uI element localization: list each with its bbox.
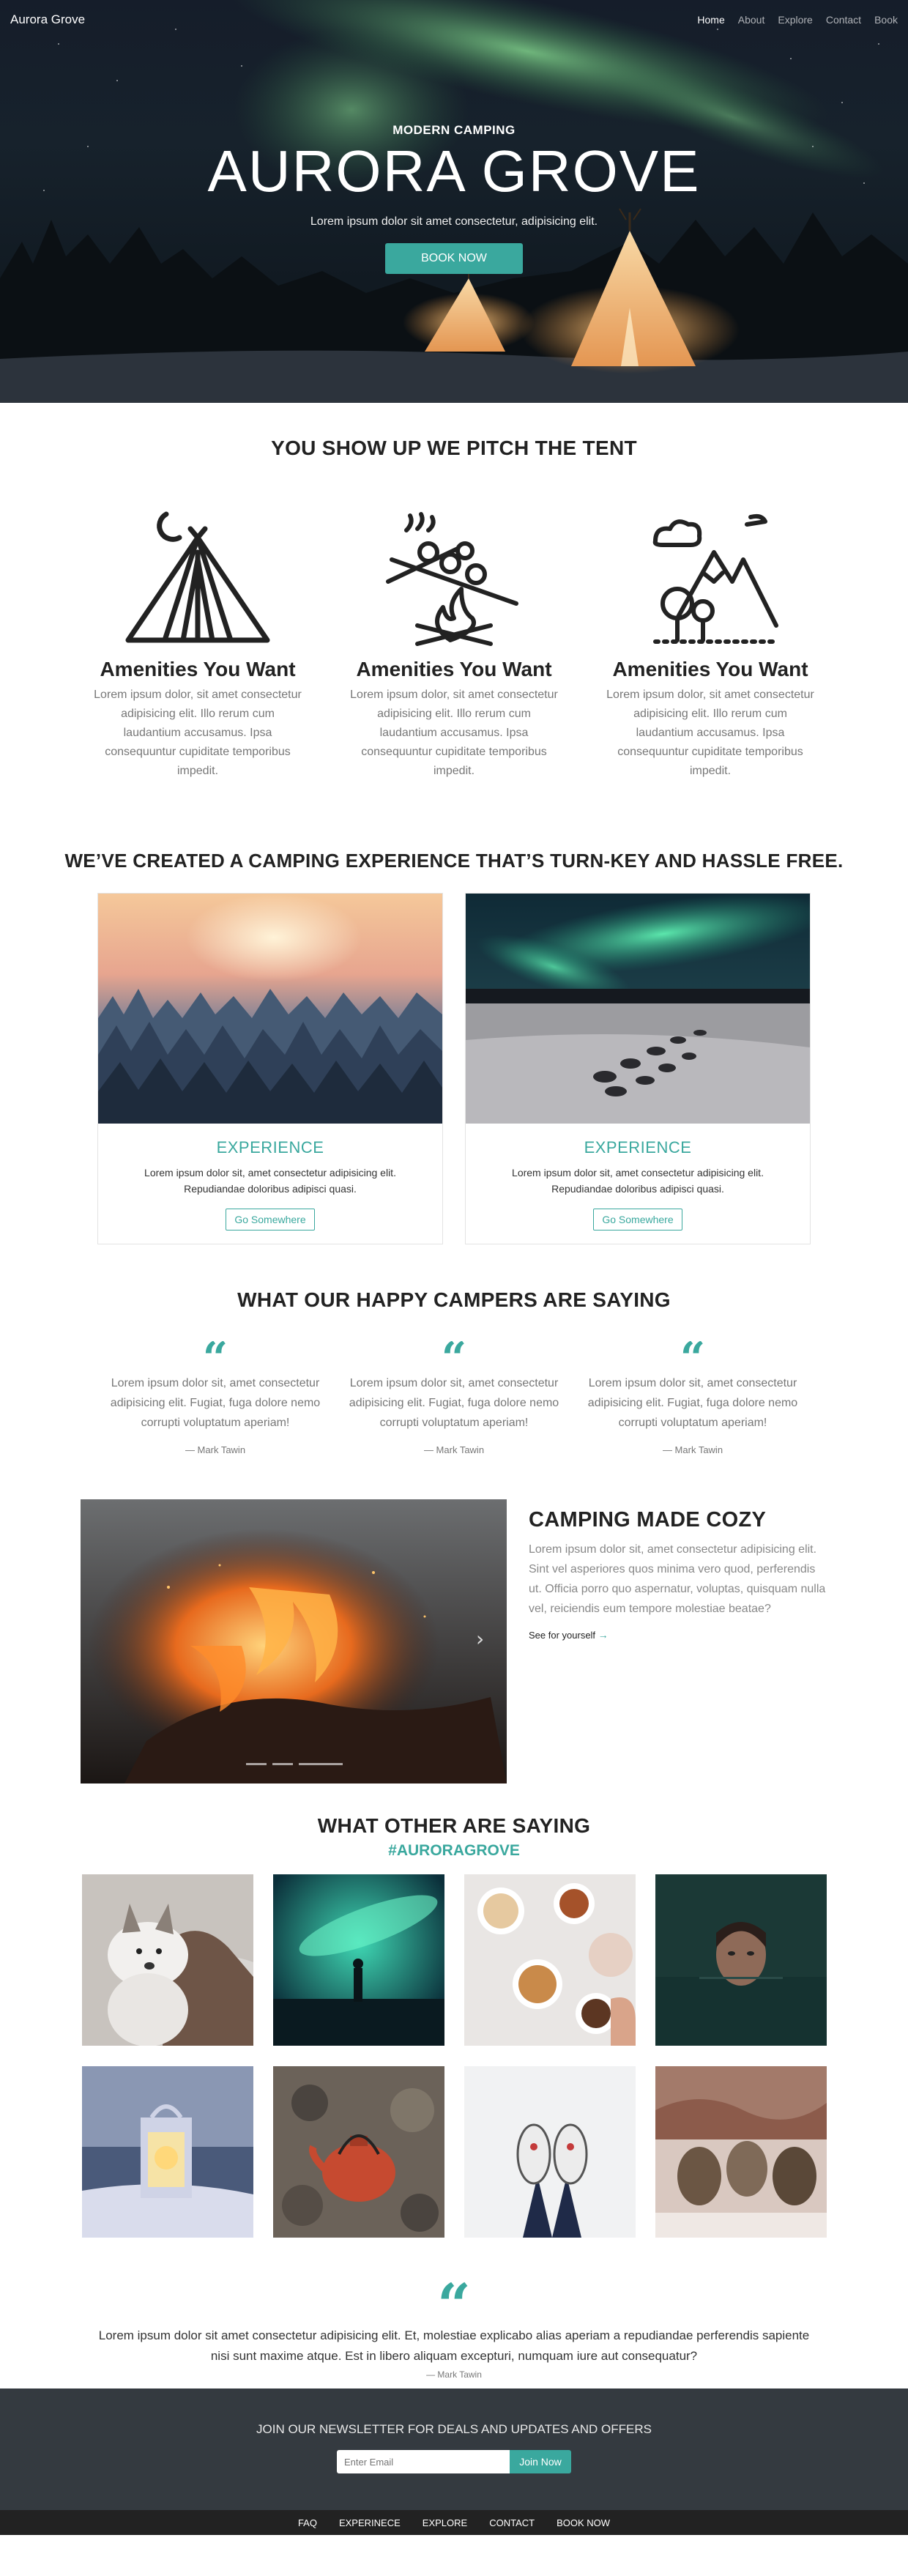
newsletter-form: Join Now [0, 2450, 908, 2473]
footer-book-now-link[interactable]: BOOK NOW [557, 2517, 610, 2528]
dog-sled-aurora-image [466, 894, 810, 1124]
gallery-photo-boots-snow[interactable] [464, 2066, 636, 2238]
join-now-button[interactable]: Join Now [510, 2450, 571, 2473]
experience-card: EXPERIENCE Lorem ipsum dolor sit, amet c… [465, 893, 811, 1244]
amenity-heading: Amenities You Want [100, 658, 296, 680]
amenity-card: Amenities You Want Lorem ipsum dolor, si… [605, 508, 816, 781]
amenity-card: Amenities You Want Lorem ipsum dolor, si… [92, 508, 303, 781]
brand-logo[interactable]: Aurora Grove [10, 12, 85, 27]
quote-icon: “ [587, 1341, 798, 1366]
snowy-forest-image [98, 894, 442, 1124]
nav-contact-link[interactable]: Contact [826, 14, 861, 26]
testimonial: “ Lorem ipsum dolor sit, amet consectetu… [110, 1341, 321, 1455]
featured-quote-text: Lorem ipsum dolor sit amet consectetur a… [98, 2328, 810, 2363]
newsletter-heading: JOIN OUR NEWSLETTER FOR DEALS AND UPDATE… [256, 2422, 652, 2436]
navbar: Aurora Grove Home About Explore Contact … [0, 0, 908, 40]
cozy-section: › CAMPING MADE COZY Lorem ipsum dolor si… [0, 1499, 908, 1783]
amenity-card: Amenities You Want Lorem ipsum dolor, si… [349, 508, 559, 781]
testimonial-author: — Mark Tawin [423, 1444, 485, 1455]
amenity-heading: Amenities You Want [612, 658, 808, 680]
amenity-text: Lorem ipsum dolor, sit amet consectetur … [606, 688, 814, 777]
amenities-section: YOU SHOW UP WE PITCH THE TENT Amenities … [0, 403, 908, 781]
hero-section: Aurora Grove Home About Explore Contact … [0, 0, 908, 403]
hero-eyebrow: MODERN CAMPING [392, 123, 516, 137]
see-for-yourself-link[interactable]: See for yourself → [529, 1629, 609, 1641]
cozy-heading: CAMPING MADE COZY [529, 1508, 767, 1532]
gallery-photo-sled-dogs[interactable] [655, 2066, 827, 2238]
amenity-text: Lorem ipsum dolor, sit amet consectetur … [94, 688, 302, 777]
card-text: Lorem ipsum dolor sit, amet consectetur … [512, 1167, 764, 1195]
arrow-right-icon: → [598, 1629, 609, 1641]
gallery-photo-woman-water[interactable] [655, 1874, 827, 2046]
featured-quote-section: “ Lorem ipsum dolor sit amet consectetur… [0, 2238, 908, 2380]
testimonial-text: Lorem ipsum dolor sit, amet consectetur … [587, 1377, 798, 1429]
card-heading: EXPERIENCE [216, 1138, 324, 1157]
footer-experience-link[interactable]: EXPERINECE [339, 2517, 401, 2528]
photo-grid [0, 1874, 908, 2238]
mountain-tree-icon [605, 508, 816, 647]
amenities-title: YOU SHOW UP WE PITCH THE TENT [271, 437, 637, 459]
gallery-photo-husky-puppy[interactable] [81, 1874, 253, 2046]
book-now-button[interactable]: BOOK NOW [385, 243, 523, 274]
hero-title: AURORA GROVE [207, 138, 701, 204]
hero-subtitle: Lorem ipsum dolor sit amet consectetur, … [310, 215, 598, 228]
card-text: Lorem ipsum dolor sit, amet consectetur … [144, 1167, 396, 1195]
testimonial: “ Lorem ipsum dolor sit, amet consectetu… [349, 1341, 559, 1455]
quote-icon: “ [0, 2282, 908, 2315]
testimonials-section: WHAT OUR HAPPY CAMPERS ARE SAYING “ Lore… [0, 1244, 908, 1455]
carousel-next-icon[interactable]: › [476, 1627, 484, 1651]
experience-section: WE’VE CREATED A CAMPING EXPERIENCE THAT’… [0, 781, 908, 1244]
gallery-section: WHAT OTHER ARE SAYING #AURORAGROVE [0, 1783, 908, 2238]
footer-faq-link[interactable]: FAQ [298, 2517, 317, 2528]
nav-book-link[interactable]: Book [874, 14, 898, 26]
testimonial-author: — Mark Tawin [662, 1444, 723, 1455]
go-somewhere-button[interactable]: Go Somewhere [226, 1209, 315, 1231]
testimonials-title: WHAT OUR HAPPY CAMPERS ARE SAYING [237, 1288, 671, 1311]
hero-content: MODERN CAMPING AURORA GROVE Lorem ipsum … [0, 123, 908, 274]
testimonial-text: Lorem ipsum dolor sit, amet consectetur … [349, 1377, 559, 1429]
gallery-photo-breakfast-table[interactable] [464, 1874, 636, 2046]
experience-card: EXPERIENCE Lorem ipsum dolor sit, amet c… [97, 893, 443, 1244]
testimonial-author: — Mark Tawin [185, 1444, 246, 1455]
footer-contact-link[interactable]: CONTACT [489, 2517, 535, 2528]
cozy-content: CAMPING MADE COZY Lorem ipsum dolor sit,… [529, 1499, 829, 1783]
cozy-text: Lorem ipsum dolor sit, amet consectetur … [529, 1543, 826, 1615]
gallery-title: WHAT OTHER ARE SAYING [317, 1814, 591, 1837]
gallery-photo-kettle-fire[interactable] [272, 2066, 444, 2238]
nav-about-link[interactable]: About [738, 14, 765, 26]
nav-links: Home About Explore Contact Book [697, 14, 898, 26]
amenity-text: Lorem ipsum dolor, sit amet consectetur … [350, 688, 558, 777]
email-input[interactable] [337, 2450, 510, 2473]
testimonial-text: Lorem ipsum dolor sit, amet consectetur … [110, 1377, 321, 1429]
newsletter-section: JOIN OUR NEWSLETTER FOR DEALS AND UPDATE… [0, 2388, 908, 2510]
nav-explore-link[interactable]: Explore [778, 14, 812, 26]
footer: FAQ EXPERINECE EXPLORE CONTACT BOOK NOW [0, 2510, 908, 2535]
gallery-photo-aurora-person[interactable] [272, 1874, 444, 2046]
quote-icon: “ [110, 1341, 321, 1366]
testimonial: “ Lorem ipsum dolor sit, amet consectetu… [587, 1341, 798, 1455]
featured-quote-author: — Mark Tawin [426, 2369, 482, 2380]
card-heading: EXPERIENCE [584, 1138, 692, 1157]
go-somewhere-button[interactable]: Go Somewhere [593, 1209, 682, 1231]
footer-explore-link[interactable]: EXPLORE [423, 2517, 467, 2528]
nav-home-link[interactable]: Home [697, 14, 724, 26]
amenity-heading: Amenities You Want [356, 658, 552, 680]
see-for-yourself-label: See for yourself [529, 1630, 596, 1641]
hashtag: #AURORAGROVE [388, 1842, 520, 1859]
tent-moon-icon [92, 508, 303, 647]
campfire-marshmallow-icon [349, 508, 559, 647]
gallery-photo-snow-lantern[interactable] [81, 2066, 253, 2238]
experience-title: WE’VE CREATED A CAMPING EXPERIENCE THAT’… [64, 850, 844, 872]
campfire-image: › [81, 1499, 507, 1783]
quote-icon: “ [349, 1341, 559, 1366]
campfire-carousel[interactable]: › [81, 1499, 507, 1783]
